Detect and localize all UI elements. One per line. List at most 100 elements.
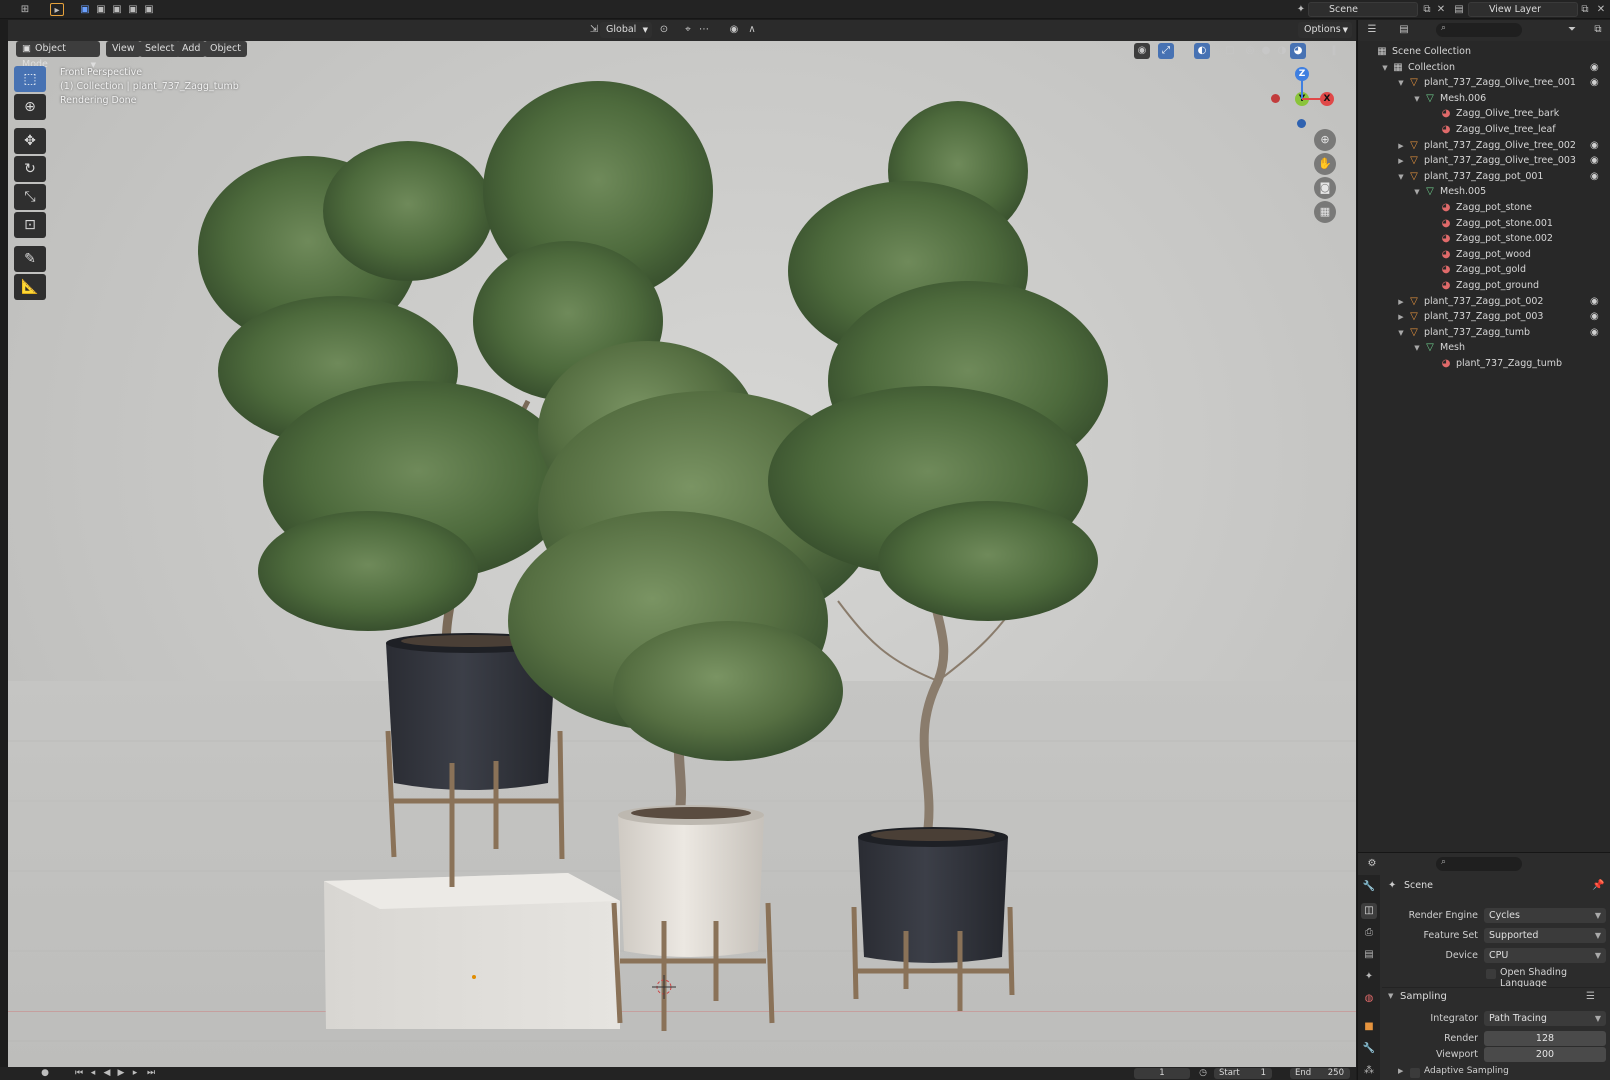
- eye-icon[interactable]: ◉: [1590, 294, 1599, 310]
- outliner-row[interactable]: ▼ ▽ Mesh.006: [1358, 91, 1610, 107]
- options-dropdown[interactable]: Options ▼: [1298, 22, 1352, 38]
- eye-icon[interactable]: ◉: [1590, 309, 1599, 325]
- select-mode-subtract-icon[interactable]: ▣: [110, 3, 124, 16]
- particles-tab-icon[interactable]: ⁂: [1361, 1063, 1377, 1079]
- outliner-row[interactable]: ▼ ▦ Collection ◉: [1358, 60, 1610, 76]
- pause-render-icon[interactable]: ‖: [1326, 43, 1342, 59]
- view-layer-selector[interactable]: View Layer: [1468, 2, 1578, 17]
- editor-type-icon[interactable]: ⚙: [1364, 856, 1380, 872]
- outliner-row[interactable]: ◕ Zagg_pot_wood: [1358, 247, 1610, 263]
- viewport-samples-field[interactable]: 200: [1484, 1047, 1606, 1062]
- menu-add[interactable]: Add: [176, 41, 207, 57]
- render-engine-dropdown[interactable]: Cycles ▼: [1484, 908, 1606, 923]
- chevron-right-icon[interactable]: ▶: [1396, 153, 1406, 169]
- sampling-panel-header[interactable]: ▼ Sampling ☰: [1382, 987, 1610, 1007]
- play-icon[interactable]: ▶: [116, 1068, 126, 1079]
- world-tab-icon[interactable]: ◍: [1361, 991, 1377, 1007]
- outliner-row[interactable]: ▼ ▽ Mesh.005: [1358, 184, 1610, 200]
- snap-target-icon[interactable]: ⋯: [696, 22, 712, 38]
- outliner-row[interactable]: ◕ Zagg_pot_stone: [1358, 200, 1610, 216]
- menu-object[interactable]: Object: [204, 41, 247, 57]
- chevron-right-icon[interactable]: ▶: [1396, 294, 1406, 310]
- object-tab-icon[interactable]: ■: [1361, 1019, 1377, 1035]
- eye-icon[interactable]: ◉: [1590, 75, 1599, 91]
- device-dropdown[interactable]: CPU ▼: [1484, 948, 1606, 963]
- select-tool-icon[interactable]: ▸: [50, 3, 64, 16]
- menu-view[interactable]: View: [106, 41, 141, 57]
- orientation-dropdown[interactable]: Global ▼: [600, 22, 652, 38]
- properties-search-input[interactable]: ⌕: [1436, 857, 1522, 871]
- ortho-grid-icon[interactable]: ▦: [1314, 201, 1336, 223]
- eye-icon[interactable]: ◉: [1590, 169, 1599, 185]
- rotate-tool-icon[interactable]: ↻: [14, 156, 46, 182]
- prev-keyframe-icon[interactable]: ◂: [88, 1068, 98, 1079]
- 3d-viewport[interactable]: ▣ Object Mode ▼ View Select Add Object ◉ …: [8, 41, 1356, 1067]
- falloff-icon[interactable]: ∧: [744, 22, 760, 38]
- select-box-icon[interactable]: ⬚: [14, 66, 46, 92]
- chevron-down-icon[interactable]: ▼: [1412, 340, 1422, 356]
- transform-tool-icon[interactable]: ⊡: [14, 212, 46, 238]
- outliner-row[interactable]: ◕ Zagg_pot_stone.002: [1358, 231, 1610, 247]
- modifier-tab-icon[interactable]: 🔧: [1361, 1041, 1377, 1057]
- list-presets-icon[interactable]: ☰: [1586, 991, 1595, 1002]
- outliner-row[interactable]: ◕ Zagg_pot_ground: [1358, 278, 1610, 294]
- outliner-row[interactable]: ◕ Zagg_pot_gold: [1358, 262, 1610, 278]
- new-collection-icon[interactable]: ⧉: [1590, 22, 1606, 38]
- current-frame-field[interactable]: 1: [1134, 1068, 1190, 1079]
- outliner-row[interactable]: ▶ ▽ plant_737_Zagg_Olive_tree_002 ◉: [1358, 138, 1610, 154]
- jump-start-icon[interactable]: ⏮: [74, 1068, 84, 1079]
- shading-solid-icon[interactable]: ●: [1258, 43, 1274, 59]
- eye-icon[interactable]: ◉: [1590, 325, 1599, 341]
- visibility-icon[interactable]: ◉: [1134, 43, 1150, 59]
- shading-wireframe-icon[interactable]: ◎: [1242, 43, 1258, 59]
- annotate-tool-icon[interactable]: ✎: [14, 246, 46, 272]
- close-view-layer-icon[interactable]: ✕: [1594, 3, 1608, 16]
- chevron-right-icon[interactable]: ▶: [1396, 138, 1406, 154]
- shading-rendered-icon[interactable]: ◕: [1290, 43, 1306, 59]
- scale-tool-icon[interactable]: ⤡: [14, 184, 46, 210]
- select-mode-invert-icon[interactable]: ▣: [126, 3, 140, 16]
- gizmo-neg-x[interactable]: [1271, 94, 1280, 103]
- outliner-row[interactable]: ◕ Zagg_Olive_tree_leaf: [1358, 122, 1610, 138]
- editor-type-icon[interactable]: ⊞: [18, 3, 32, 16]
- outliner-row[interactable]: ◕ plant_737_Zagg_tumb: [1358, 356, 1610, 372]
- integrator-dropdown[interactable]: Path Tracing ▼: [1484, 1011, 1606, 1026]
- overlay-icon[interactable]: ◐: [1194, 43, 1210, 59]
- gizmo-icon[interactable]: ⤢: [1158, 43, 1174, 59]
- chevron-down-icon[interactable]: ▼: [1380, 60, 1390, 76]
- osl-checkbox[interactable]: [1486, 969, 1496, 979]
- outliner-row[interactable]: ▶ ▽ plant_737_Zagg_pot_002 ◉: [1358, 294, 1610, 310]
- start-frame-field[interactable]: Start 1: [1214, 1068, 1272, 1079]
- new-view-layer-icon[interactable]: ⧉: [1578, 3, 1592, 16]
- chevron-down-icon[interactable]: ▼: [1412, 184, 1422, 200]
- outliner-row[interactable]: ▶ ▽ plant_737_Zagg_pot_003 ◉: [1358, 309, 1610, 325]
- mode-dropdown[interactable]: ▣ Object Mode ▼: [16, 41, 100, 70]
- outliner-row[interactable]: ▶ ▽ plant_737_Zagg_Olive_tree_003 ◉: [1358, 153, 1610, 169]
- render-tab-icon[interactable]: ◫: [1361, 903, 1377, 919]
- chevron-down-icon[interactable]: ▼: [1396, 75, 1406, 91]
- camera-view-icon[interactable]: ◙: [1314, 177, 1336, 199]
- editor-type-icon[interactable]: ☰: [1364, 22, 1380, 38]
- render-samples-field[interactable]: 128: [1484, 1031, 1606, 1046]
- feature-set-dropdown[interactable]: Supported ▼: [1484, 928, 1606, 943]
- jump-end-icon[interactable]: ⏭: [146, 1068, 156, 1079]
- gizmo-neg-z[interactable]: [1297, 119, 1306, 128]
- snap-icon[interactable]: ⌖: [680, 22, 696, 38]
- pin-icon[interactable]: 📌: [1592, 880, 1604, 891]
- outliner-row[interactable]: ◕ Zagg_Olive_tree_bark: [1358, 106, 1610, 122]
- filter-icon[interactable]: ⏷: [1564, 22, 1580, 38]
- display-mode-icon[interactable]: ▤: [1396, 22, 1412, 38]
- eye-icon[interactable]: ◉: [1590, 60, 1599, 76]
- outliner-row[interactable]: ▼ ▽ plant_737_Zagg_pot_001 ◉: [1358, 169, 1610, 185]
- scene-selector[interactable]: Scene: [1308, 2, 1418, 17]
- menu-select[interactable]: Select: [139, 41, 181, 57]
- measure-tool-icon[interactable]: 📐: [14, 274, 46, 300]
- outliner-row[interactable]: ◕ Zagg_pot_stone.001: [1358, 216, 1610, 232]
- close-scene-icon[interactable]: ✕: [1434, 3, 1448, 16]
- record-icon[interactable]: ●: [40, 1068, 50, 1079]
- chevron-down-icon[interactable]: ▼: [1412, 91, 1422, 107]
- play-reverse-icon[interactable]: ◀: [102, 1068, 112, 1079]
- select-mode-new-icon[interactable]: ▣: [78, 3, 92, 16]
- chevron-down-icon[interactable]: ▼: [1396, 169, 1406, 185]
- select-mode-intersect-icon[interactable]: ▣: [142, 3, 156, 16]
